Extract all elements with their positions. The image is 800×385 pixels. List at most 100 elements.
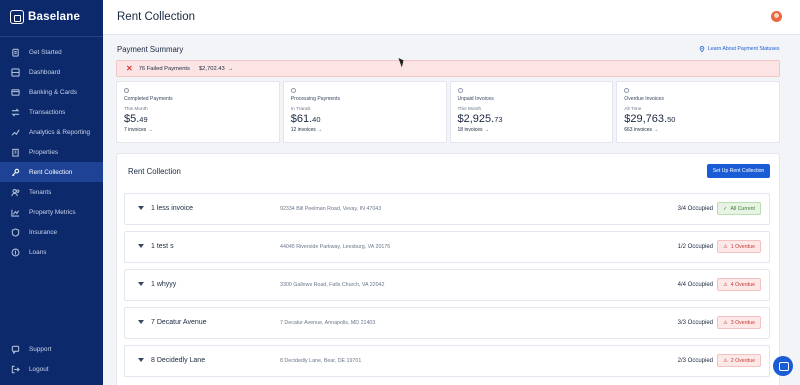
sidebar-item-analytics[interactable]: Analytics & Reporting bbox=[0, 122, 103, 142]
card-title: Processing Payments bbox=[290, 96, 341, 102]
sidebar-item-label: Analytics & Reporting bbox=[29, 128, 91, 136]
sidebar-item-get-started[interactable]: Get Started bbox=[0, 42, 103, 62]
occupancy: 4/4 Occupied bbox=[677, 282, 713, 288]
card-title: Overdue Invoices bbox=[624, 96, 664, 102]
chevron-down-icon[interactable] bbox=[138, 320, 144, 324]
status-badge: ✓ All Current bbox=[717, 202, 761, 215]
card-title: Unpaid Invoices bbox=[457, 96, 494, 102]
loans-icon bbox=[11, 248, 20, 257]
property-name: 1 test s bbox=[151, 243, 174, 250]
card-amount: $5.49 bbox=[124, 113, 148, 125]
set-up-rent-collection-button[interactable]: Set Up Rent Collection bbox=[707, 164, 770, 178]
status-badge: ⚠ 3 Overdue bbox=[717, 316, 761, 329]
card-amount: $2,925.73 bbox=[457, 113, 503, 125]
chat-support-icon[interactable] bbox=[773, 356, 793, 376]
warning-icon: ⚠ bbox=[723, 243, 728, 250]
property-address: 7 Decatur Avenue, Annapolis, MD 21403 bbox=[280, 320, 376, 326]
sidebar-item-insurance[interactable]: Insurance bbox=[0, 222, 103, 242]
property-row[interactable]: 8 Decidedly Lane 8 Decidedly Lane, Bear,… bbox=[124, 345, 770, 377]
learn-link-label: Learn About Payment Statuses bbox=[708, 46, 780, 52]
arrow-right-icon: → bbox=[227, 65, 234, 72]
occupancy: 3/4 Occupied bbox=[677, 206, 713, 212]
occupancy: 2/3 Occupied bbox=[677, 358, 713, 364]
property-row[interactable]: 1 test s 44045 Riverside Parkway, Leesbu… bbox=[124, 231, 770, 263]
sidebar-item-loans[interactable]: Loans bbox=[0, 242, 103, 262]
analytics-icon bbox=[11, 128, 20, 137]
card-title: Completed Payments bbox=[124, 96, 173, 102]
chevron-down-icon[interactable] bbox=[138, 282, 144, 286]
sidebar-divider bbox=[0, 36, 103, 37]
close-icon: ✕ bbox=[126, 64, 133, 73]
property-name: 1 whyyy bbox=[151, 281, 177, 288]
status-badge: ⚠ 1 Overdue bbox=[717, 240, 761, 253]
card-invoices-link[interactable]: 7 invoices → bbox=[124, 127, 272, 133]
avatar[interactable] bbox=[771, 11, 782, 22]
property-row[interactable]: 1 less invoice 92334 Bill Peelman Road, … bbox=[124, 193, 770, 225]
sidebar-item-label: Banking & Cards bbox=[29, 88, 77, 96]
card-period: This Month bbox=[124, 107, 148, 112]
alert-circle-icon bbox=[624, 88, 630, 93]
property-name: 8 Decidedly Lane bbox=[151, 357, 206, 364]
brand-logo[interactable]: Baselane bbox=[10, 10, 80, 24]
support-icon bbox=[11, 345, 20, 354]
processing-payments-card[interactable]: Processing Payments In Transit $61.40 12… bbox=[282, 81, 447, 143]
top-bar: Rent Collection bbox=[103, 0, 800, 35]
sidebar-item-tenants[interactable]: Tenants bbox=[0, 182, 103, 202]
card-period: In Transit bbox=[290, 107, 311, 112]
chevron-down-icon[interactable] bbox=[138, 244, 144, 248]
rent-collection-title: Rent Collection bbox=[128, 167, 181, 176]
payment-summary-cards: Completed Payments This Month $5.49 7 in… bbox=[116, 81, 780, 143]
sidebar-item-dashboard[interactable]: Dashboard bbox=[0, 62, 103, 82]
learn-payment-statuses-link[interactable]: Learn About Payment Statuses bbox=[699, 46, 780, 52]
occupancy: 1/2 Occupied bbox=[677, 244, 713, 250]
property-address: 3300 Gallows Road, Falls Church, VA 2204… bbox=[280, 282, 385, 288]
bank-icon bbox=[11, 88, 20, 97]
page-title: Rent Collection bbox=[117, 11, 195, 23]
card-invoices-link[interactable]: 18 invoices → bbox=[458, 127, 606, 133]
property-row[interactable]: 7 Decatur Avenue 7 Decatur Avenue, Annap… bbox=[124, 307, 770, 339]
brand-name: Baselane bbox=[28, 11, 81, 23]
warning-icon: ⚠ bbox=[723, 281, 728, 288]
property-address: 44045 Riverside Parkway, Leesburg, VA 20… bbox=[280, 244, 391, 250]
sidebar-item-label: Dashboard bbox=[29, 68, 61, 76]
check-icon: ✓ bbox=[723, 205, 728, 212]
sidebar-item-label: Get Started bbox=[29, 48, 62, 56]
failed-payments-banner[interactable]: ✕ 76 Failed Payments $2,702.43 → bbox=[116, 60, 780, 77]
sidebar-item-rent-collection[interactable]: Rent Collection bbox=[0, 162, 103, 182]
sidebar: Baselane Get Started Dashboard Banking &… bbox=[0, 0, 103, 385]
payment-summary-title: Payment Summary bbox=[117, 45, 184, 54]
sidebar-item-label: Rent Collection bbox=[29, 168, 73, 176]
card-invoices-link[interactable]: 12 invoices → bbox=[291, 127, 439, 133]
warning-icon: ⚠ bbox=[723, 319, 728, 326]
sidebar-item-logout[interactable]: Logout bbox=[0, 359, 103, 379]
sidebar-item-label: Logout bbox=[29, 365, 49, 373]
logout-icon bbox=[11, 365, 20, 374]
status-badge: ⚠ 2 Overdue bbox=[717, 354, 761, 367]
sidebar-item-transactions[interactable]: Transactions bbox=[0, 102, 103, 122]
clipboard-icon bbox=[11, 48, 20, 57]
chevron-down-icon[interactable] bbox=[138, 206, 144, 210]
sidebar-item-label: Insurance bbox=[29, 228, 58, 236]
sidebar-item-label: Loans bbox=[29, 248, 47, 256]
sidebar-item-properties[interactable]: Properties bbox=[0, 142, 103, 162]
chevron-down-icon[interactable] bbox=[138, 358, 144, 362]
property-address: 8 Decidedly Lane, Bear, DE 19701 bbox=[280, 358, 362, 364]
tenants-icon bbox=[11, 188, 20, 197]
sidebar-item-label: Properties bbox=[29, 148, 59, 156]
warning-icon: ⚠ bbox=[723, 357, 728, 364]
card-amount: $29,763.50 bbox=[624, 113, 676, 125]
card-invoices-link[interactable]: 663 invoices → bbox=[624, 127, 772, 133]
clock-icon bbox=[290, 88, 296, 93]
sidebar-item-support[interactable]: Support bbox=[0, 339, 103, 359]
card-period: All Time bbox=[624, 107, 642, 112]
sidebar-item-banking[interactable]: Banking & Cards bbox=[0, 82, 103, 102]
occupancy: 3/3 Occupied bbox=[677, 320, 713, 326]
unpaid-invoices-card[interactable]: Unpaid Invoices This Month $2,925.73 18 … bbox=[449, 81, 614, 143]
completed-payments-card[interactable]: Completed Payments This Month $5.49 7 in… bbox=[116, 81, 280, 143]
failed-payments-label: 76 Failed Payments bbox=[138, 65, 190, 72]
property-row[interactable]: 1 whyyy 3300 Gallows Road, Falls Church,… bbox=[124, 269, 770, 301]
sidebar-item-property-metrics[interactable]: Property Metrics bbox=[0, 202, 103, 222]
card-period: This Month bbox=[457, 107, 482, 112]
metrics-icon bbox=[11, 208, 20, 217]
overdue-invoices-card[interactable]: Overdue Invoices All Time $29,763.50 663… bbox=[616, 81, 780, 143]
